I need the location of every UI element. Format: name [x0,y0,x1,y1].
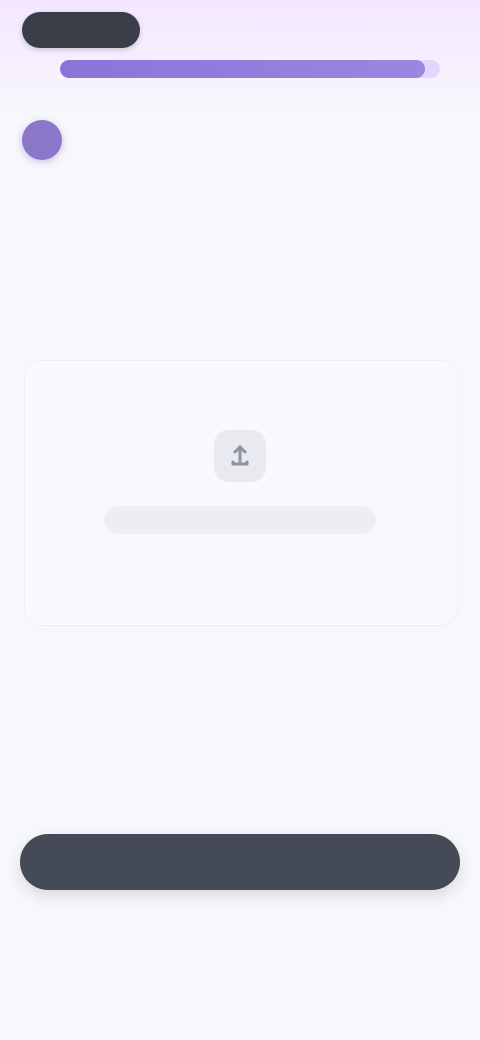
upload-icon [214,430,266,482]
upload-instruction [104,506,376,534]
avatar [22,120,62,160]
primary-button[interactable] [20,834,460,890]
progress-bar [60,60,440,78]
secondary-link[interactable] [150,926,330,948]
top-right-label [348,22,444,38]
upload-card[interactable] [24,360,458,626]
role-label [78,128,218,146]
progress-fill [60,60,425,78]
back-pill-button[interactable] [22,12,140,48]
